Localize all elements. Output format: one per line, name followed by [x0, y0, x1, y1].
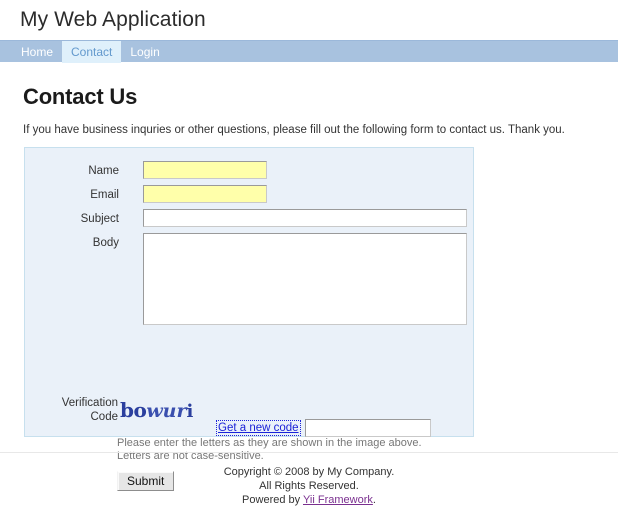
body-textarea[interactable]: [143, 233, 467, 325]
captcha-hint-line1: Please enter the letters as they are sho…: [117, 437, 422, 449]
name-input[interactable]: [143, 161, 267, 179]
site-header: My Web Application: [0, 0, 618, 38]
main-navigation: Home Contact Login: [0, 40, 618, 63]
label-verification-line1: Verification: [61, 397, 118, 409]
label-subject: Subject: [80, 213, 119, 225]
site-logo: My Web Application: [20, 8, 206, 31]
label-name: Name: [88, 165, 119, 177]
footer-powered-suffix: .: [372, 494, 376, 506]
nav-item-login[interactable]: Login: [121, 41, 168, 63]
captcha-part-3: i: [186, 401, 194, 422]
site-footer: Copyright © 2008 by My Company. All Righ…: [0, 452, 618, 507]
verification-code-input[interactable]: [305, 419, 431, 437]
get-new-code-link[interactable]: Get a new code: [216, 420, 301, 436]
footer-rights: All Rights Reserved.: [259, 480, 359, 492]
label-verification-line2: Code: [90, 411, 119, 423]
yii-framework-link[interactable]: Yii Framework: [303, 494, 373, 506]
captcha-part-2: wur: [146, 400, 187, 422]
label-verification-code: Verification Code: [32, 396, 118, 424]
footer-copyright: Copyright © 2008 by My Company.: [223, 466, 395, 478]
page-title: Contact Us: [23, 84, 138, 109]
nav-item-home[interactable]: Home: [12, 41, 62, 63]
captcha-image: bowuri: [120, 396, 206, 424]
footer-powered-by: Powered by Yii Framework.: [0, 493, 618, 507]
nav-link-login[interactable]: Login: [121, 41, 168, 63]
captcha-part-1: bo: [120, 398, 147, 422]
label-email: Email: [90, 189, 119, 201]
email-input[interactable]: [143, 185, 267, 203]
nav-item-contact[interactable]: Contact: [62, 41, 122, 63]
subject-input[interactable]: [143, 209, 467, 227]
contact-form-panel: Name Email Subject Body: [24, 147, 474, 437]
footer-powered-prefix: Powered by: [242, 494, 303, 506]
label-body: Body: [92, 237, 119, 249]
nav-link-contact[interactable]: Contact: [62, 41, 122, 63]
nav-link-home[interactable]: Home: [12, 41, 62, 63]
nav-list: Home Contact Login: [0, 41, 618, 63]
intro-text: If you have business inquries or other q…: [23, 124, 565, 136]
